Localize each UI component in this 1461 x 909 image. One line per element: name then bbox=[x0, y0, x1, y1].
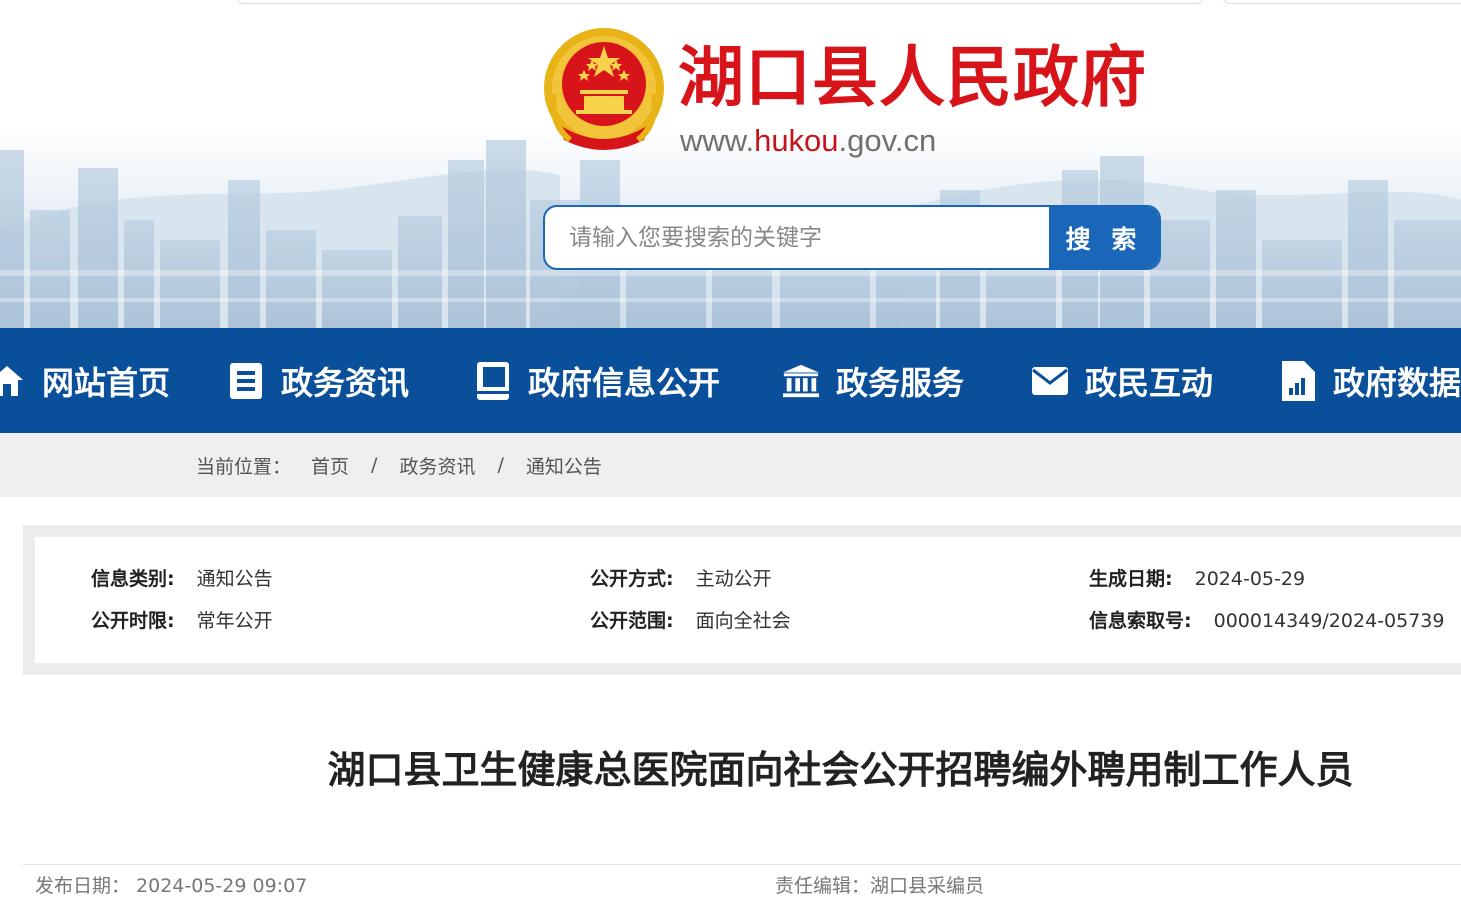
meta-category-value: 通知公告 bbox=[196, 568, 273, 590]
search-box: 搜 索 bbox=[543, 205, 1161, 270]
nav-item-news[interactable]: 政务资讯 bbox=[227, 328, 409, 433]
meta-created-date: 生成日期: 2024-05-29 bbox=[1089, 565, 1305, 593]
breadcrumb-item-news[interactable]: 政务资讯 bbox=[399, 452, 475, 479]
publish-date: 发布日期： 2024-05-29 09:07 bbox=[35, 875, 308, 897]
info-meta-panel: 信息类别: 通知公告 公开方式: 主动公开 生成日期: 2024-05-29 公开时限… bbox=[23, 525, 1461, 675]
nav-label-interaction: 政民互动 bbox=[1085, 363, 1214, 402]
home-icon bbox=[0, 360, 26, 402]
meta-created-value: 2024-05-29 bbox=[1194, 568, 1306, 590]
breadcrumb-separator: / bbox=[371, 454, 378, 476]
meta-category: 信息类别: 通知公告 bbox=[91, 565, 273, 593]
nav-label-news: 政务资讯 bbox=[281, 363, 410, 402]
nav-item-data[interactable]: 政府数据 bbox=[1279, 328, 1461, 433]
government-building-icon bbox=[782, 360, 820, 402]
meta-category-label: 信息类别: bbox=[91, 568, 175, 590]
meta-scope-value: 面向全社会 bbox=[695, 610, 791, 632]
nav-label-data: 政府数据 bbox=[1333, 363, 1461, 402]
meta-open-mode-value: 主动公开 bbox=[695, 568, 772, 590]
site-url-highlight: hukou bbox=[754, 123, 839, 158]
meta-open-mode-label: 公开方式: bbox=[590, 568, 674, 590]
search-button[interactable]: 搜 索 bbox=[1049, 207, 1159, 268]
breadcrumb-prefix: 当前位置： bbox=[196, 455, 292, 478]
site-title: 湖口县人民政府 bbox=[678, 39, 1147, 116]
article-divider bbox=[23, 864, 1461, 865]
meta-period: 公开时限: 常年公开 bbox=[91, 607, 273, 635]
meta-index-label: 信息索取号: bbox=[1089, 610, 1192, 632]
meta-index-number: 信息索取号: 000014349/2024-05739 bbox=[1089, 607, 1444, 635]
breadcrumb: 当前位置： 首页 / 政务资讯 / 通知公告 bbox=[196, 433, 602, 497]
national-emblem-icon bbox=[544, 28, 664, 150]
nav-label-home: 网站首页 bbox=[42, 363, 171, 402]
meta-open-mode: 公开方式: 主动公开 bbox=[590, 565, 772, 593]
site-url-suffix: .gov.cn bbox=[838, 123, 937, 158]
nav-item-info-disclosure[interactable]: 政府信息公开 bbox=[474, 328, 720, 433]
breadcrumb-bar: 当前位置： 首页 / 政务资讯 / 通知公告 bbox=[0, 433, 1461, 497]
site-url-prefix: www. bbox=[680, 123, 755, 158]
article-title: 湖口县卫生健康总医院面向社会公开招聘编外聘用制工作人员 bbox=[327, 748, 1354, 792]
nav-label-services: 政务服务 bbox=[836, 363, 965, 402]
data-file-icon bbox=[1279, 360, 1317, 402]
nav-item-home[interactable]: 网站首页 bbox=[0, 328, 170, 433]
meta-period-label: 公开时限: bbox=[91, 610, 175, 632]
info-meta-inner: 信息类别: 通知公告 公开方式: 主动公开 生成日期: 2024-05-29 公开时限… bbox=[35, 537, 1461, 663]
book-icon bbox=[474, 360, 512, 402]
responsible-editor: 责任编辑：湖口县采编员 bbox=[775, 875, 985, 897]
nav-label-info-disclosure: 政府信息公开 bbox=[528, 363, 721, 402]
breadcrumb-separator: / bbox=[497, 454, 504, 476]
nav-item-interaction[interactable]: 政民互动 bbox=[1031, 328, 1213, 433]
site-header: 湖口县人民政府 www.hukou.gov.cn 搜 索 bbox=[0, 0, 1461, 328]
breadcrumb-item-notice[interactable]: 通知公告 bbox=[526, 452, 602, 479]
site-url: www.hukou.gov.cn bbox=[680, 121, 936, 161]
meta-scope-label: 公开范围: bbox=[590, 610, 674, 632]
breadcrumb-item-home[interactable]: 首页 bbox=[311, 452, 349, 479]
top-bar-left bbox=[236, 0, 1204, 4]
meta-scope: 公开范围: 面向全社会 bbox=[590, 607, 791, 635]
meta-index-value: 000014349/2024-05739 bbox=[1213, 610, 1445, 632]
meta-period-value: 常年公开 bbox=[196, 610, 273, 632]
document-list-icon bbox=[227, 360, 265, 402]
search-input[interactable] bbox=[545, 207, 1049, 268]
envelope-icon bbox=[1031, 360, 1069, 402]
top-bar-right bbox=[1222, 0, 1461, 4]
meta-created-label: 生成日期: bbox=[1089, 568, 1173, 590]
main-nav: 网站首页 政务资讯 政府信息公开 政务服务 政民互动 政府数据 bbox=[0, 328, 1461, 433]
nav-item-services[interactable]: 政务服务 bbox=[782, 328, 964, 433]
